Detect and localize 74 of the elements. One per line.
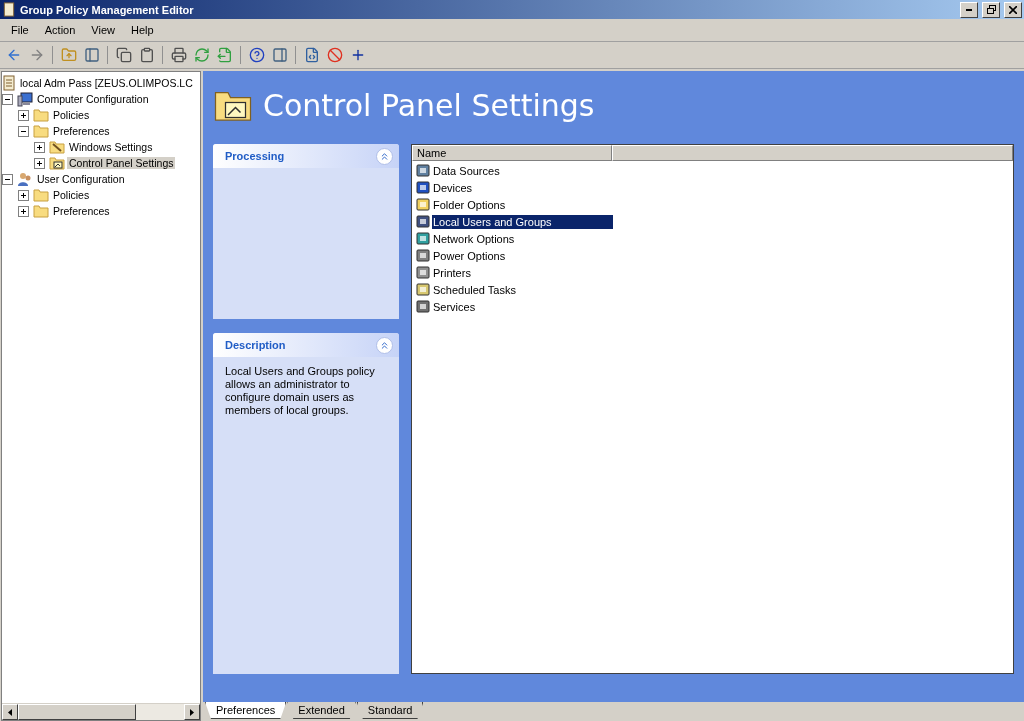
list-item[interactable]: Data Sources xyxy=(432,163,613,178)
close-icon xyxy=(1009,5,1017,14)
page-title: Control Panel Settings xyxy=(263,87,595,123)
list-item[interactable]: Devices xyxy=(432,180,613,195)
document-icon xyxy=(303,47,320,63)
tree-item[interactable]: Preferences xyxy=(51,205,112,217)
minimize-icon xyxy=(966,8,972,11)
refresh-icon xyxy=(193,47,210,63)
collapse-button[interactable] xyxy=(2,173,13,185)
folder-wrench-icon xyxy=(49,140,65,154)
tree-item[interactable]: Control Panel Settings xyxy=(67,157,176,169)
list-item[interactable]: Power Options xyxy=(432,248,613,263)
list-item[interactable]: Folder Options xyxy=(432,197,613,212)
clipboard-icon xyxy=(138,47,155,63)
menu-item[interactable]: View xyxy=(83,22,123,38)
tree-item[interactable]: Preferences xyxy=(51,125,112,137)
left-arrow-icon xyxy=(8,708,12,716)
tree-item[interactable]: Policies xyxy=(51,109,92,121)
card-title: Processing xyxy=(225,150,285,162)
plus-icon xyxy=(37,160,42,166)
tab[interactable]: Standard xyxy=(356,702,424,719)
tab[interactable]: Preferences xyxy=(205,702,287,719)
collapse-button[interactable] xyxy=(2,93,13,105)
minus-icon xyxy=(5,96,10,102)
tree-item[interactable]: User Configuration xyxy=(35,173,127,185)
minimize-button[interactable] xyxy=(960,1,978,18)
plus-icon xyxy=(21,112,26,118)
panel-icon xyxy=(271,47,288,63)
expand-button[interactable] xyxy=(18,189,29,201)
minus-icon xyxy=(5,176,10,182)
scroll-right-button[interactable] xyxy=(184,704,200,720)
tree-item[interactable]: Windows Settings xyxy=(67,141,155,153)
plus-icon xyxy=(37,144,42,150)
expand-button[interactable] xyxy=(18,205,29,217)
window-title: Group Policy Management Editor xyxy=(20,3,195,16)
plus-icon xyxy=(21,192,26,198)
menu-item[interactable]: File xyxy=(3,22,37,38)
column-header[interactable] xyxy=(612,145,1013,161)
restore-button[interactable] xyxy=(982,1,1000,18)
expand-button[interactable] xyxy=(18,109,29,121)
tree-item[interactable]: local Adm Pass [ZEUS.OLIMPOS.LC xyxy=(18,77,195,89)
menu-item[interactable]: Help xyxy=(122,22,162,38)
stop-icon xyxy=(326,47,343,63)
right-arrow-icon xyxy=(190,708,194,716)
list-item[interactable]: Scheduled Tasks xyxy=(432,282,613,297)
list-item[interactable]: Services xyxy=(432,299,613,314)
expand-button[interactable] xyxy=(34,157,45,169)
card-title: Description xyxy=(225,339,286,351)
column-header[interactable]: Name xyxy=(412,145,612,161)
copy-icon xyxy=(115,47,132,63)
panel-icon xyxy=(83,47,100,63)
tree-item[interactable]: Policies xyxy=(51,189,92,201)
scrollbar[interactable] xyxy=(2,703,200,720)
list-item[interactable]: Printers xyxy=(432,265,613,280)
description-text: Local Users and Groups policy allows an administrator to configure domain users as members of local groups. xyxy=(224,364,376,418)
plus-icon xyxy=(21,208,26,214)
minus-icon xyxy=(21,128,26,134)
list-item[interactable]: Network Options xyxy=(432,231,613,246)
folder-panel-icon xyxy=(49,156,65,170)
close-button[interactable] xyxy=(1004,1,1022,18)
chevrons-up-icon xyxy=(379,339,390,351)
chevrons-up-icon xyxy=(379,150,390,162)
scroll-thumb[interactable] xyxy=(18,704,136,720)
tree-item[interactable]: Computer Configuration xyxy=(35,93,151,105)
list-item[interactable]: Local Users and Groups xyxy=(432,214,613,229)
expand-button[interactable] xyxy=(34,141,45,153)
menu-item[interactable]: Action xyxy=(36,22,84,38)
tab[interactable]: Extended xyxy=(287,702,356,719)
collapse-button[interactable] xyxy=(18,125,29,137)
folder-up-icon xyxy=(60,47,77,63)
export-icon xyxy=(216,47,233,63)
scroll-left-button[interactable] xyxy=(2,704,18,720)
restore-icon xyxy=(986,5,996,14)
help-icon xyxy=(248,47,265,63)
